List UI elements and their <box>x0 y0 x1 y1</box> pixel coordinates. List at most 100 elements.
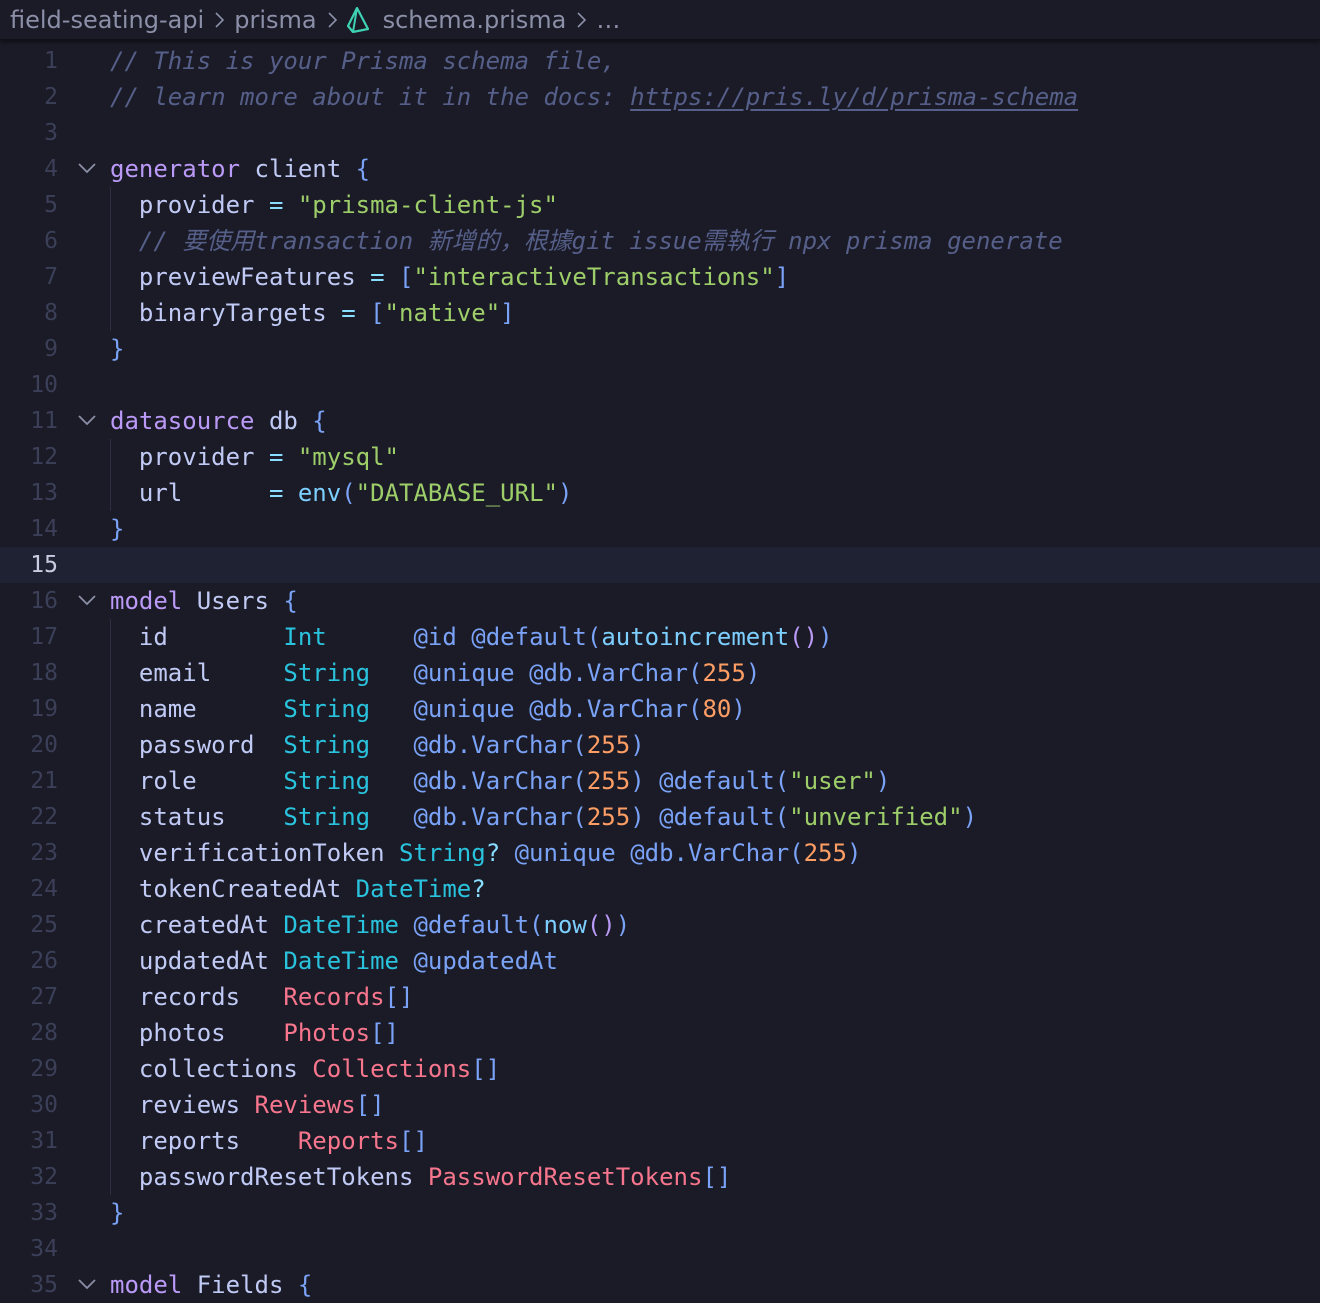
code-text: updatedAt DateTime @updatedAt <box>110 943 558 979</box>
code-token[interactable]: https://pris.ly/d/prisma-schema <box>630 83 1078 111</box>
code-token: Fields <box>182 1271 298 1299</box>
code-line[interactable]: 23 verificationToken String? @unique @db… <box>0 835 1320 871</box>
code-line[interactable]: 18 email String @unique @db.VarChar(255) <box>0 655 1320 691</box>
code-token: @db.VarChar <box>529 659 689 687</box>
code-line[interactable]: 11 datasource db { <box>0 403 1320 439</box>
code-line[interactable]: 15 <box>0 547 1320 583</box>
code-text: password String @db.VarChar(255) <box>110 727 645 763</box>
code-line[interactable]: 22 status String @db.VarChar(255) @defau… <box>0 799 1320 835</box>
code-line[interactable]: 13 url = env("DATABASE_URL") <box>0 475 1320 511</box>
code-line[interactable]: 6 // 要使用transaction 新增的，根據git issue需執行 n… <box>0 223 1320 259</box>
code-line[interactable]: 7 previewFeatures = ["interactiveTransac… <box>0 259 1320 295</box>
code-line[interactable]: 35 model Fields { <box>0 1267 1320 1303</box>
code-token: ) <box>731 695 746 723</box>
code-token: @db.VarChar <box>413 803 573 831</box>
code-text: previewFeatures = ["interactiveTransacti… <box>110 259 789 295</box>
code-token: ] <box>774 263 790 291</box>
code-token: Records <box>283 983 385 1011</box>
code-token: model <box>110 587 183 615</box>
fold-chevron-icon[interactable] <box>76 409 98 431</box>
code-line[interactable]: 16 model Users { <box>0 583 1320 619</box>
code-token: @db.VarChar <box>413 767 573 795</box>
line-number: 2 <box>44 84 58 110</box>
code-line[interactable]: 34 <box>0 1231 1320 1267</box>
code-line[interactable]: 32 passwordResetTokens PasswordResetToke… <box>0 1159 1320 1195</box>
code-token: provider <box>110 443 269 471</box>
code-line[interactable]: 27 records Records[] <box>0 979 1320 1015</box>
code-token: env <box>297 479 342 507</box>
code-line[interactable]: 33} <box>0 1195 1320 1231</box>
breadcrumb-subfolder[interactable]: prisma <box>234 6 316 34</box>
code-line[interactable]: 29 collections Collections[] <box>0 1051 1320 1087</box>
line-number: 26 <box>30 948 58 974</box>
code-token: autoincrement <box>601 623 790 651</box>
code-token: [ <box>399 263 414 291</box>
code-line[interactable]: 30 reviews Reviews[] <box>0 1087 1320 1123</box>
code-token: Reviews <box>254 1091 356 1119</box>
code-line[interactable]: 10 <box>0 367 1320 403</box>
code-text: passwordResetTokens PasswordResetTokens[… <box>110 1159 731 1195</box>
code-line[interactable]: 5 provider = "prisma-client-js" <box>0 187 1320 223</box>
fold-chevron-icon[interactable] <box>76 1273 98 1295</box>
code-line[interactable]: 3 <box>0 115 1320 151</box>
code-token: provider <box>110 191 269 219</box>
code-token: () <box>789 623 819 651</box>
code-text: tokenCreatedAt DateTime? <box>110 871 486 907</box>
line-number: 22 <box>30 804 58 830</box>
code-text: datasource db { <box>110 403 327 439</box>
code-token: String <box>283 803 371 831</box>
code-text: reviews Reviews[] <box>110 1087 385 1123</box>
breadcrumb-file[interactable]: schema.prisma <box>383 6 567 34</box>
code-text: model Users { <box>110 583 298 619</box>
code-token: password <box>110 731 284 759</box>
code-token: @default <box>659 767 775 795</box>
code-token: ? <box>471 875 486 903</box>
code-line[interactable]: 17 id Int @id @default(autoincrement()) <box>0 619 1320 655</box>
code-line[interactable]: 1 // This is your Prisma schema file, <box>0 43 1320 79</box>
code-line[interactable]: 2 // learn more about it in the docs: htt… <box>0 79 1320 115</box>
code-line[interactable]: 14} <box>0 511 1320 547</box>
code-line[interactable]: 26 updatedAt DateTime @updatedAt <box>0 943 1320 979</box>
fold-chevron-icon[interactable] <box>76 157 98 179</box>
code-text: id Int @id @default(autoincrement()) <box>110 619 833 655</box>
line-number: 8 <box>44 300 58 326</box>
code-token: 255 <box>803 839 847 867</box>
code-token: String <box>283 695 371 723</box>
code-token: @default <box>471 623 587 651</box>
code-line[interactable]: 8 binaryTargets = ["native"] <box>0 295 1320 331</box>
code-token: [] <box>702 1163 732 1191</box>
breadcrumb-more[interactable]: … <box>596 6 620 34</box>
code-line[interactable]: 31 reports Reports[] <box>0 1123 1320 1159</box>
code-line[interactable]: 25 createdAt DateTime @default(now()) <box>0 907 1320 943</box>
fold-chevron-icon[interactable] <box>76 589 98 611</box>
line-number: 18 <box>30 660 58 686</box>
code-token: ] <box>500 299 515 327</box>
line-number: 7 <box>44 264 58 290</box>
code-line[interactable]: 28 photos Photos[] <box>0 1015 1320 1051</box>
code-token: @unique <box>514 839 616 867</box>
code-line[interactable]: 24 tokenCreatedAt DateTime? <box>0 871 1320 907</box>
code-token: @default <box>413 911 530 939</box>
breadcrumb-folder[interactable]: field-seating-api <box>10 6 204 34</box>
code-line[interactable]: 12 provider = "mysql" <box>0 439 1320 475</box>
line-number: 14 <box>30 516 58 542</box>
line-number: 27 <box>30 984 58 1010</box>
code-text: createdAt DateTime @default(now()) <box>110 907 630 943</box>
code-token: [] <box>399 1127 428 1155</box>
code-token: status <box>110 803 284 831</box>
code-line[interactable]: 20 password String @db.VarChar(255) <box>0 727 1320 763</box>
code-line[interactable]: 9} <box>0 331 1320 367</box>
code-token: "interactiveTransactions" <box>413 263 775 291</box>
line-number: 23 <box>30 840 58 866</box>
code-token: { <box>283 587 298 615</box>
code-token: passwordResetTokens <box>110 1163 428 1191</box>
code-editor[interactable]: 1 // This is your Prisma schema file, 2 // … <box>0 42 1320 1300</box>
code-token: [] <box>384 983 414 1011</box>
code-line[interactable]: 4 generator client { <box>0 151 1320 187</box>
code-line[interactable]: 21 role String @db.VarChar(255) @default… <box>0 763 1320 799</box>
breadcrumb: field-seating-api prisma schema.prisma … <box>0 0 1320 40</box>
code-line[interactable]: 19 name String @unique @db.VarChar(80) <box>0 691 1320 727</box>
